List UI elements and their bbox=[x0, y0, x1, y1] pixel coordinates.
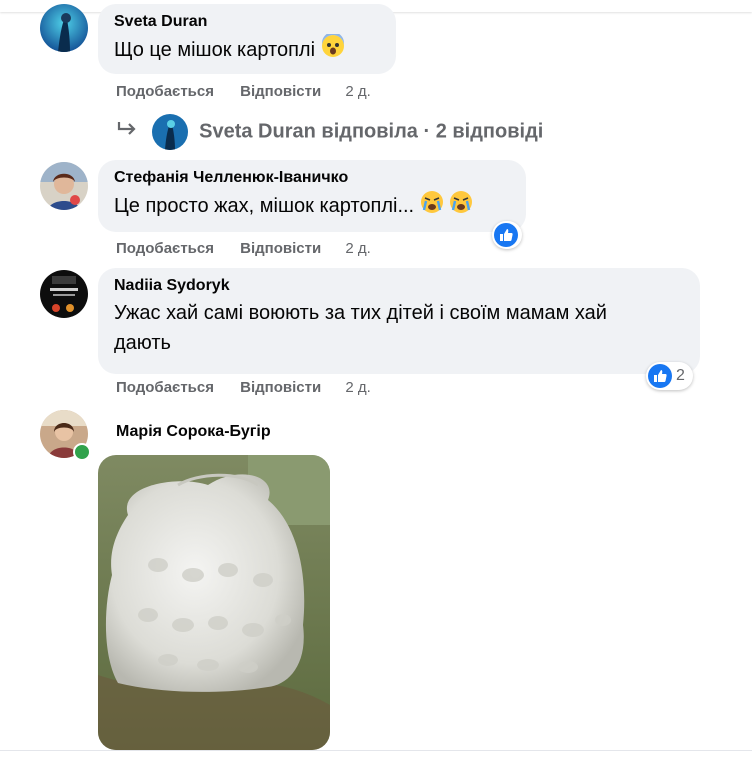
comment-photo-attachment[interactable] bbox=[98, 455, 330, 750]
reply-avatar bbox=[151, 114, 188, 150]
avatar-nadiia-sydoryk[interactable] bbox=[40, 270, 88, 318]
comment-text: Це просто жах, мішок картоплі... bbox=[114, 190, 510, 223]
comment-text-content: Що це мішок картоплі bbox=[114, 38, 316, 61]
online-status-indicator bbox=[73, 443, 91, 461]
comment-author[interactable]: Nadiia Sydoryk bbox=[114, 276, 684, 296]
crying-face-icon bbox=[420, 190, 444, 223]
comment-actions: Подобається Відповісти 2 д. bbox=[116, 239, 393, 259]
comment-actions: Подобається Відповісти 2 д. bbox=[116, 378, 393, 398]
white-sack-photo bbox=[98, 455, 330, 750]
comment-bubble: Nadiia Sydoryk Ужас хай самі воюють за т… bbox=[98, 268, 700, 374]
comment-text-line: дають bbox=[114, 332, 171, 354]
reply-button[interactable]: Відповісти bbox=[240, 378, 321, 398]
like-button[interactable]: Подобається bbox=[116, 378, 214, 398]
crying-face-icon bbox=[449, 190, 473, 223]
comment-text-line: Ужас хай самі воюють за тих дітей і свої… bbox=[114, 302, 607, 324]
comment-bubble: Sveta Duran Що це мішок картоплі bbox=[98, 4, 396, 74]
reaction-badge[interactable]: 2 bbox=[646, 362, 693, 390]
like-icon bbox=[494, 223, 518, 247]
timestamp[interactable]: 2 д. bbox=[345, 82, 370, 102]
reply-button[interactable]: Відповісти bbox=[240, 82, 321, 102]
comment-bubble: Стефанія Челленюк-Іваничко Це просто жах… bbox=[98, 160, 526, 232]
comment-actions: Подобається Відповісти 2 д. bbox=[116, 82, 393, 102]
bottom-toolbar-edge bbox=[0, 750, 752, 769]
avatar-stefaniia[interactable] bbox=[40, 162, 88, 210]
comment-author[interactable]: Стефанія Челленюк-Іваничко bbox=[114, 168, 510, 188]
timestamp[interactable]: 2 д. bbox=[345, 378, 370, 398]
comment-author[interactable]: Марія Сорока-Бугір bbox=[116, 422, 271, 442]
like-button[interactable]: Подобається bbox=[116, 82, 214, 102]
reaction-count: 2 bbox=[676, 367, 685, 384]
comment-text: Що це мішок картоплі bbox=[114, 32, 380, 67]
avatar-sveta-duran[interactable] bbox=[40, 4, 88, 52]
view-replies-link[interactable]: Sveta Duran відповіла · 2 відповіді bbox=[116, 114, 544, 150]
comment-text: Ужас хай самі воюють за тих дітей і свої… bbox=[114, 298, 684, 358]
comment-author[interactable]: Sveta Duran bbox=[114, 12, 380, 32]
comment-text-content: Це просто жах, мішок картоплі... bbox=[114, 194, 415, 217]
reply-summary-text: відповіла · 2 відповіді bbox=[321, 120, 544, 143]
reaction-badge[interactable] bbox=[492, 221, 522, 249]
like-button[interactable]: Подобається bbox=[116, 239, 214, 259]
reply-arrow-icon bbox=[116, 117, 138, 147]
reply-button[interactable]: Відповісти bbox=[240, 239, 321, 259]
reply-author[interactable]: Sveta Duran bbox=[199, 120, 316, 142]
timestamp[interactable]: 2 д. bbox=[345, 239, 370, 259]
like-icon bbox=[648, 364, 672, 388]
fearful-face-icon bbox=[321, 32, 345, 67]
